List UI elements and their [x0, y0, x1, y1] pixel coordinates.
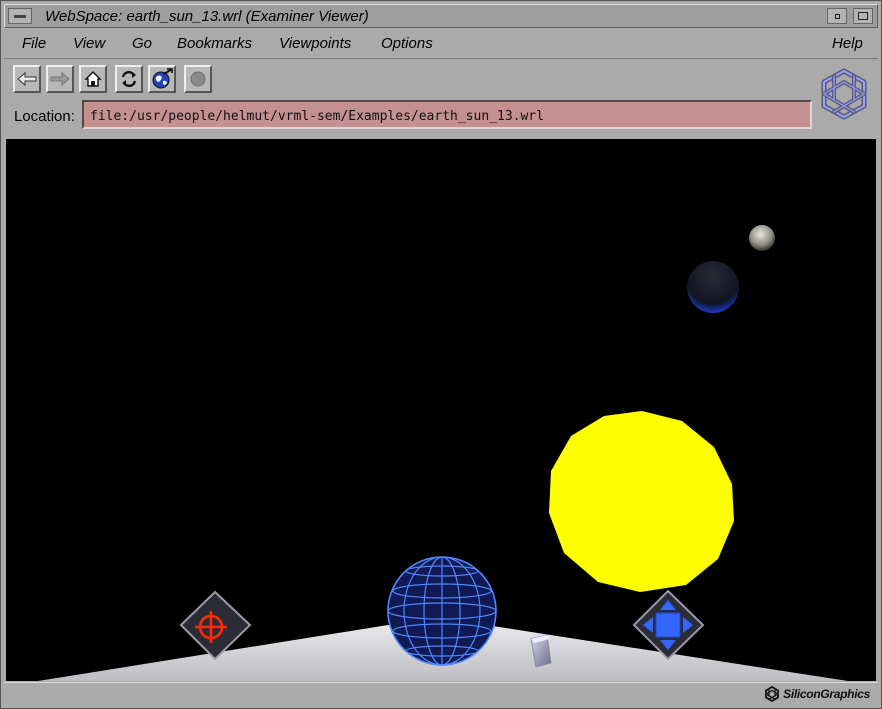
back-arrow-icon — [17, 71, 37, 87]
moon-sphere — [749, 225, 775, 251]
toolbar: Location: — [4, 61, 878, 137]
menu-file[interactable]: File — [22, 35, 46, 52]
maximize-button[interactable] — [853, 8, 873, 24]
rotate-sphere-control[interactable] — [387, 556, 497, 666]
stop-button[interactable] — [184, 65, 212, 93]
reload-button[interactable] — [115, 65, 143, 93]
forward-button[interactable] — [46, 65, 74, 93]
location-label: Location: — [14, 108, 75, 125]
menu-view[interactable]: View — [73, 35, 105, 52]
sun-sphere — [549, 411, 734, 592]
globe-button[interactable] — [148, 65, 176, 93]
home-icon — [84, 71, 102, 87]
status-bar: SiliconGraphics — [4, 682, 878, 707]
vrml-3d-viewport[interactable] — [6, 139, 876, 681]
menu-options[interactable]: Options — [381, 35, 433, 52]
sgi-brand-icon — [765, 686, 780, 702]
menu-go[interactable]: Go — [132, 35, 152, 52]
minimize-button[interactable] — [827, 8, 847, 24]
forward-arrow-icon — [50, 71, 70, 87]
back-button[interactable] — [13, 65, 41, 93]
window-menu-button[interactable] — [8, 8, 32, 24]
globe-icon — [152, 68, 173, 89]
brand-text: SiliconGraphics — [783, 687, 870, 701]
scene-render — [38, 225, 848, 681]
menu-viewpoints[interactable]: Viewpoints — [279, 35, 351, 52]
title-bar[interactable]: WebSpace: earth_sun_13.wrl (Examiner Vie… — [4, 4, 878, 28]
menu-help[interactable]: Help — [832, 35, 863, 52]
menu-bar: File View Go Bookmarks Viewpoints Option… — [4, 30, 878, 59]
pan-navigation-control[interactable] — [632, 589, 705, 661]
menu-bookmarks[interactable]: Bookmarks — [177, 35, 252, 52]
home-button[interactable] — [79, 65, 107, 93]
earth-sphere — [687, 261, 739, 313]
window-title: WebSpace: earth_sun_13.wrl (Examiner Vie… — [45, 8, 369, 25]
location-input[interactable] — [82, 100, 812, 129]
stop-icon — [190, 71, 206, 87]
sgi-cube-logo-icon — [821, 68, 867, 120]
silicongraphics-brand: SiliconGraphics — [764, 686, 870, 702]
webspace-window: WebSpace: earth_sun_13.wrl (Examiner Vie… — [0, 0, 882, 709]
reload-icon — [121, 70, 137, 88]
